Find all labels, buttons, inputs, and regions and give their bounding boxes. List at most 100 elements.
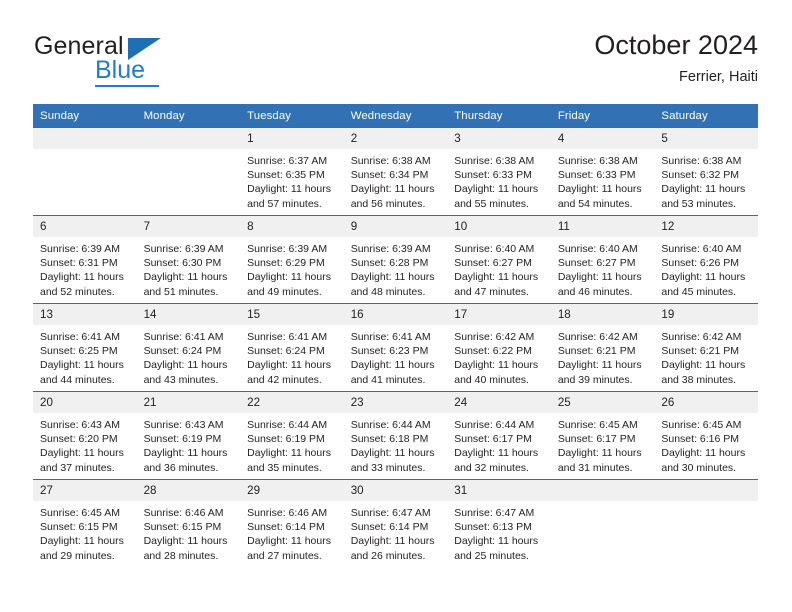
calendar-day-cell[interactable]: 17 Sunrise: 6:42 AM Sunset: 6:22 PM Dayligh… xyxy=(447,303,551,392)
calendar-week-row: 13 Sunrise: 6:41 AM Sunset: 6:25 PM Dayligh… xyxy=(33,303,758,392)
sunrise-text: Sunrise: 6:38 AM xyxy=(454,155,535,167)
day-number: 5 xyxy=(654,128,758,149)
daylight-text: Daylight: 11 hours xyxy=(247,183,331,196)
sunrise-text: Sunrise: 6:42 AM xyxy=(454,331,535,343)
day-number: 16 xyxy=(343,304,448,325)
sunset-text: Sunset: 6:19 PM xyxy=(143,433,222,446)
sunset-text: Sunset: 6:23 PM xyxy=(350,345,429,358)
calendar-day-cell[interactable]: 2 Sunrise: 6:38 AM Sunset: 6:34 PM Daylight… xyxy=(343,127,448,216)
daylight-text: and 51 minutes. xyxy=(143,285,219,298)
day-cell-inner: 30 Sunrise: 6:47 AM Sunset: 6:14 PM Dayligh… xyxy=(343,480,448,568)
calendar-day-cell[interactable]: 30 Sunrise: 6:47 AM Sunset: 6:14 PM Dayligh… xyxy=(343,479,448,568)
day-cell-inner: 29 Sunrise: 6:46 AM Sunset: 6:14 PM Dayligh… xyxy=(240,480,344,568)
day-details: Sunrise: 6:42 AM Sunset: 6:22 PM Daylight:… xyxy=(447,325,551,387)
daylight-text: Daylight: 11 hours xyxy=(247,359,331,372)
general-blue-logo[interactable]: General Blue xyxy=(33,34,253,96)
calendar-day-cell[interactable]: 16 Sunrise: 6:41 AM Sunset: 6:23 PM Dayligh… xyxy=(343,303,448,392)
calendar-day-cell[interactable]: 3 Sunrise: 6:38 AM Sunset: 6:33 PM Daylight… xyxy=(447,127,551,216)
day-details: Sunrise: 6:45 AM Sunset: 6:15 PM Daylight:… xyxy=(33,501,137,563)
calendar-day-cell-empty xyxy=(33,127,137,216)
calendar-day-cell[interactable]: 27 Sunrise: 6:45 AM Sunset: 6:15 PM Dayligh… xyxy=(33,479,137,568)
daylight-text: Daylight: 11 hours xyxy=(350,183,435,196)
sunset-text: Sunset: 6:15 PM xyxy=(40,521,118,534)
sunset-text: Sunset: 6:24 PM xyxy=(247,345,325,358)
sunrise-text: Sunrise: 6:38 AM xyxy=(661,155,742,167)
sunrise-text: Sunrise: 6:43 AM xyxy=(40,419,120,431)
calendar-day-cell[interactable]: 31 Sunrise: 6:47 AM Sunset: 6:13 PM Dayligh… xyxy=(447,479,551,568)
day-details: Sunrise: 6:42 AM Sunset: 6:21 PM Daylight:… xyxy=(654,325,758,387)
day-cell-inner: 16 Sunrise: 6:41 AM Sunset: 6:23 PM Dayligh… xyxy=(343,304,448,391)
daylight-text: and 55 minutes. xyxy=(454,197,529,210)
daylight-text: and 46 minutes. xyxy=(557,285,633,298)
calendar-day-cell[interactable]: 7 Sunrise: 6:39 AM Sunset: 6:30 PM Daylight… xyxy=(136,215,241,304)
calendar-day-cell[interactable]: 28 Sunrise: 6:46 AM Sunset: 6:15 PM Dayligh… xyxy=(136,479,241,568)
daylight-text: Daylight: 11 hours xyxy=(247,535,331,548)
title-block: October 2024 Ferrier, Haiti xyxy=(594,30,758,86)
sunrise-text: Sunrise: 6:38 AM xyxy=(350,155,431,167)
day-details: Sunrise: 6:37 AM Sunset: 6:35 PM Daylight:… xyxy=(240,149,344,211)
sunset-text: Sunset: 6:29 PM xyxy=(247,257,325,270)
day-number: 28 xyxy=(136,480,241,501)
sunset-text: Sunset: 6:16 PM xyxy=(661,433,740,446)
calendar-day-cell[interactable]: 21 Sunrise: 6:43 AM Sunset: 6:19 PM Dayligh… xyxy=(136,391,241,480)
day-cell-inner: 8 Sunrise: 6:39 AM Sunset: 6:29 PM Daylight… xyxy=(240,216,344,303)
weekday-header-wednesday: Wednesday xyxy=(343,104,448,128)
calendar-week-row: 20 Sunrise: 6:43 AM Sunset: 6:20 PM Dayligh… xyxy=(33,391,758,480)
calendar-day-cell[interactable]: 23 Sunrise: 6:44 AM Sunset: 6:18 PM Dayligh… xyxy=(343,391,448,480)
sunset-text: Sunset: 6:27 PM xyxy=(454,257,532,270)
calendar-day-cell[interactable]: 19 Sunrise: 6:42 AM Sunset: 6:21 PM Dayligh… xyxy=(654,303,758,392)
calendar-day-cell[interactable]: 9 Sunrise: 6:39 AM Sunset: 6:28 PM Daylight… xyxy=(343,215,448,304)
sunrise-text: Sunrise: 6:39 AM xyxy=(143,243,224,255)
calendar-day-cell[interactable]: 24 Sunrise: 6:44 AM Sunset: 6:17 PM Dayligh… xyxy=(447,391,551,480)
day-number: 20 xyxy=(33,392,137,413)
sunrise-text: Sunrise: 6:39 AM xyxy=(350,243,431,255)
sunset-text: Sunset: 6:33 PM xyxy=(557,169,636,182)
day-number: 3 xyxy=(447,128,551,149)
calendar-day-cell[interactable]: 4 Sunrise: 6:38 AM Sunset: 6:33 PM Daylight… xyxy=(550,127,655,216)
day-number: 15 xyxy=(240,304,344,325)
calendar-day-cell-empty xyxy=(550,479,655,568)
calendar-day-cell[interactable]: 29 Sunrise: 6:46 AM Sunset: 6:14 PM Dayligh… xyxy=(240,479,344,568)
calendar-day-cell[interactable]: 12 Sunrise: 6:40 AM Sunset: 6:26 PM Dayligh… xyxy=(654,215,758,304)
calendar-day-cell[interactable]: 14 Sunrise: 6:41 AM Sunset: 6:24 PM Dayligh… xyxy=(136,303,241,392)
sunset-text: Sunset: 6:25 PM xyxy=(40,345,118,358)
sunset-text: Sunset: 6:35 PM xyxy=(247,169,325,182)
day-cell-inner xyxy=(33,128,137,215)
calendar-day-cell[interactable]: 11 Sunrise: 6:40 AM Sunset: 6:27 PM Dayligh… xyxy=(550,215,655,304)
calendar-day-cell[interactable]: 13 Sunrise: 6:41 AM Sunset: 6:25 PM Dayligh… xyxy=(33,303,137,392)
calendar-day-cell[interactable]: 22 Sunrise: 6:44 AM Sunset: 6:19 PM Dayligh… xyxy=(240,391,344,480)
daylight-text: Daylight: 11 hours xyxy=(454,447,539,460)
calendar-day-cell[interactable]: 15 Sunrise: 6:41 AM Sunset: 6:24 PM Dayligh… xyxy=(240,303,344,392)
calendar-day-cell[interactable]: 5 Sunrise: 6:38 AM Sunset: 6:32 PM Daylight… xyxy=(654,127,758,216)
day-details: Sunrise: 6:47 AM Sunset: 6:13 PM Daylight:… xyxy=(447,501,551,563)
day-number xyxy=(33,128,137,149)
calendar-day-cell[interactable]: 18 Sunrise: 6:42 AM Sunset: 6:21 PM Dayligh… xyxy=(550,303,655,392)
day-cell-inner: 24 Sunrise: 6:44 AM Sunset: 6:17 PM Dayligh… xyxy=(447,392,551,479)
calendar-day-cell[interactable]: 26 Sunrise: 6:45 AM Sunset: 6:16 PM Dayligh… xyxy=(654,391,758,480)
day-number: 6 xyxy=(33,216,137,237)
daylight-text: Daylight: 11 hours xyxy=(454,359,539,372)
day-details: Sunrise: 6:40 AM Sunset: 6:26 PM Daylight:… xyxy=(654,237,758,299)
day-number: 30 xyxy=(343,480,448,501)
sunrise-text: Sunrise: 6:44 AM xyxy=(350,419,431,431)
day-cell-inner: 7 Sunrise: 6:39 AM Sunset: 6:30 PM Daylight… xyxy=(136,216,241,303)
sunset-text: Sunset: 6:21 PM xyxy=(661,345,740,358)
daylight-text: and 52 minutes. xyxy=(40,285,115,298)
day-cell-inner: 4 Sunrise: 6:38 AM Sunset: 6:33 PM Daylight… xyxy=(550,128,655,215)
daylight-text: and 29 minutes. xyxy=(40,549,115,562)
calendar-day-cell[interactable]: 25 Sunrise: 6:45 AM Sunset: 6:17 PM Dayligh… xyxy=(550,391,655,480)
daylight-text: Daylight: 11 hours xyxy=(40,535,124,548)
day-details: Sunrise: 6:39 AM Sunset: 6:31 PM Daylight:… xyxy=(33,237,137,299)
calendar-day-cell[interactable]: 6 Sunrise: 6:39 AM Sunset: 6:31 PM Daylight… xyxy=(33,215,137,304)
sunrise-text: Sunrise: 6:44 AM xyxy=(454,419,535,431)
day-cell-inner: 26 Sunrise: 6:45 AM Sunset: 6:16 PM Dayligh… xyxy=(654,392,758,479)
calendar-day-cell[interactable]: 1 Sunrise: 6:37 AM Sunset: 6:35 PM Daylight… xyxy=(240,127,344,216)
day-details: Sunrise: 6:40 AM Sunset: 6:27 PM Daylight:… xyxy=(447,237,551,299)
day-cell-inner: 27 Sunrise: 6:45 AM Sunset: 6:15 PM Dayligh… xyxy=(33,480,137,568)
day-details: Sunrise: 6:42 AM Sunset: 6:21 PM Daylight:… xyxy=(551,325,655,387)
day-number xyxy=(550,480,655,501)
calendar-day-cell[interactable]: 10 Sunrise: 6:40 AM Sunset: 6:27 PM Dayligh… xyxy=(447,215,551,304)
calendar-day-cell[interactable]: 20 Sunrise: 6:43 AM Sunset: 6:20 PM Dayligh… xyxy=(33,391,137,480)
sunrise-text: Sunrise: 6:38 AM xyxy=(557,155,638,167)
calendar-day-cell[interactable]: 8 Sunrise: 6:39 AM Sunset: 6:29 PM Daylight… xyxy=(240,215,344,304)
